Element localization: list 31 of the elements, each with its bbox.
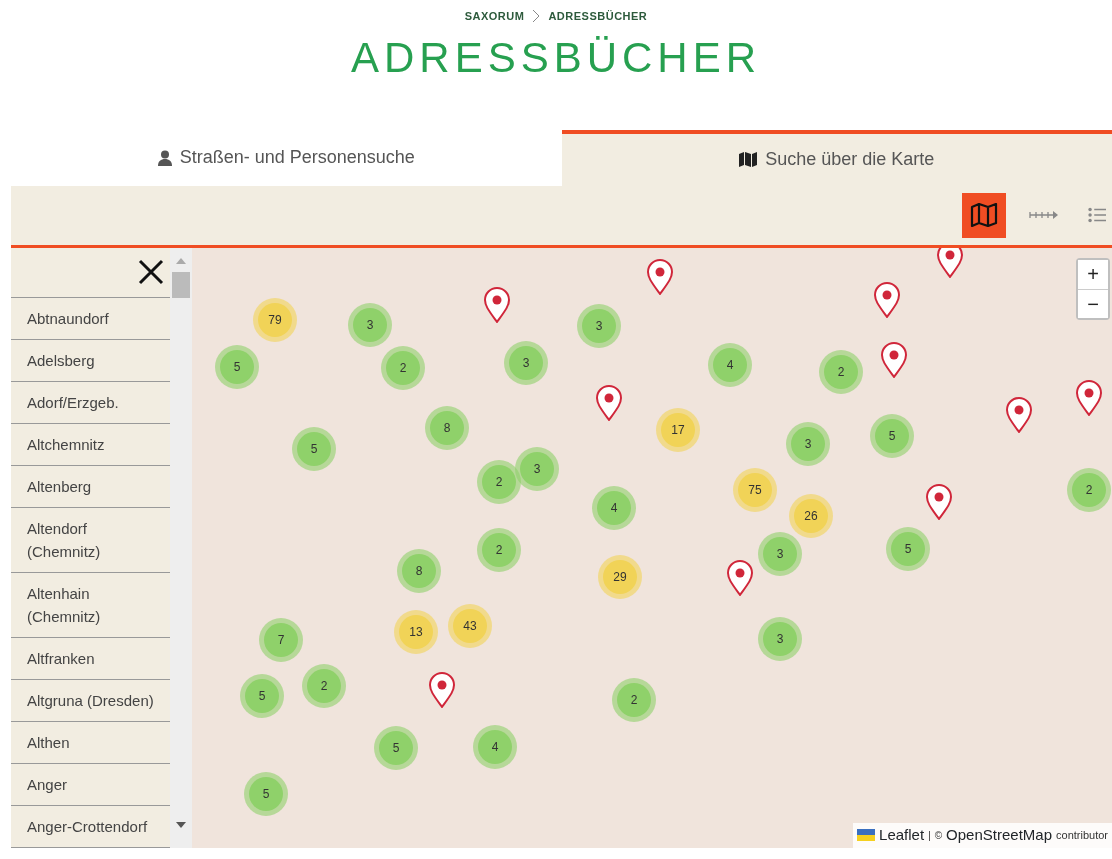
tab[interactable]: Suche über die Karte (561, 129, 1112, 186)
location-pin-icon[interactable] (1006, 396, 1032, 433)
leaflet-link[interactable]: Leaflet (879, 824, 925, 847)
map-icon (970, 203, 998, 227)
location-pin-icon[interactable] (596, 384, 622, 421)
location-pin-icon[interactable] (937, 247, 963, 278)
breadcrumb-link[interactable]: SAXORUM (464, 8, 525, 25)
close-icon (138, 259, 164, 285)
attribution-separator: | (928, 828, 931, 843)
map-icon (739, 152, 758, 167)
close-button[interactable] (138, 259, 164, 285)
timeline-icon (1029, 210, 1059, 220)
openstreetmap-link[interactable]: OpenStreetMap (946, 824, 1052, 847)
zoom-out-button[interactable]: − (1078, 288, 1108, 318)
location-pin-icon[interactable] (926, 483, 952, 520)
location-pin-icon[interactable] (1076, 379, 1102, 416)
page-title: ADRESSBÜCHER (350, 36, 762, 79)
person-icon (157, 149, 172, 166)
location-pin-icon[interactable] (727, 559, 753, 596)
location-pin-icon[interactable] (647, 258, 673, 295)
flag-icon (857, 829, 876, 842)
map-view-button[interactable] (962, 192, 1006, 238)
breadcrumb-current[interactable]: ADRESSBÜCHER (548, 8, 648, 25)
scrollbar[interactable] (170, 247, 192, 848)
attribution-text: contributor (1056, 828, 1108, 843)
location-pin-icon[interactable] (484, 286, 510, 323)
location-pin-icon[interactable] (429, 671, 455, 708)
location-pin-icon[interactable] (874, 281, 900, 318)
location-pin-icon[interactable] (881, 341, 907, 378)
copyright-sign: © (934, 828, 943, 843)
chevron-icon (532, 9, 541, 24)
